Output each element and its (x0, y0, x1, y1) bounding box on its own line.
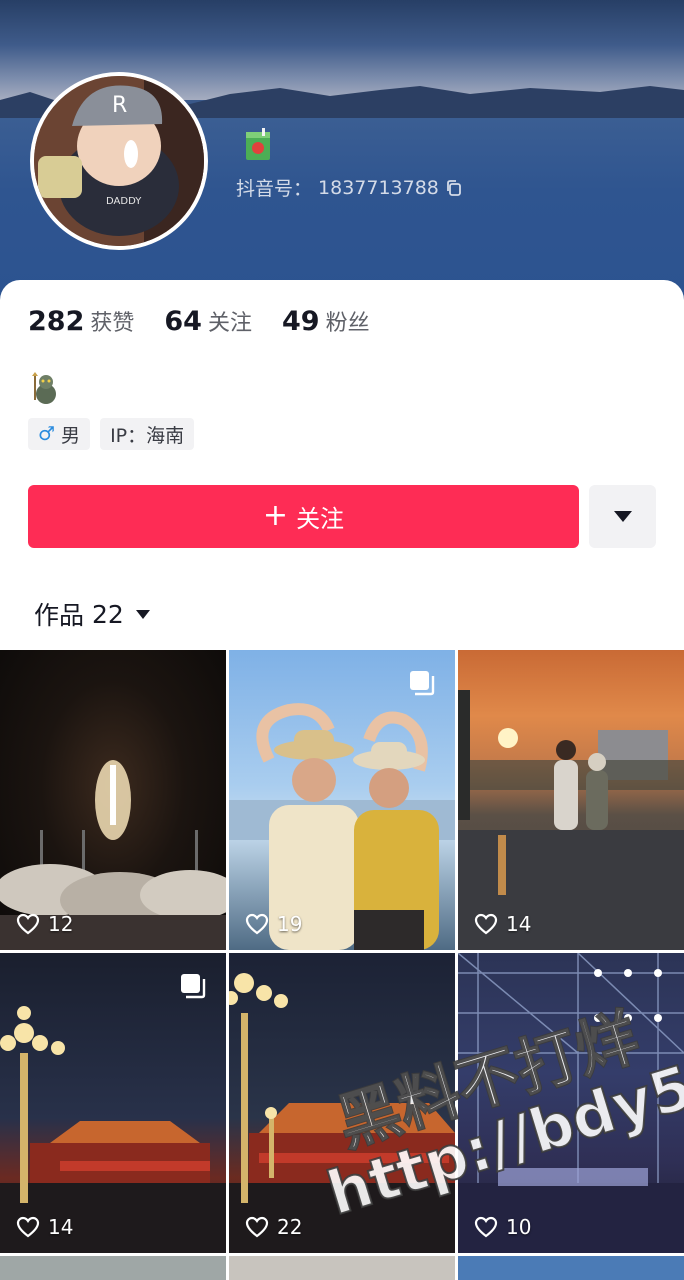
stat-value: 64 (164, 306, 202, 337)
like-count: 14 (474, 912, 531, 936)
svg-text:R: R (112, 93, 127, 118)
gender-label: 男 (61, 424, 81, 447)
heart-icon (245, 1216, 269, 1238)
male-icon: ♂ (38, 423, 56, 445)
stat-value: 282 (28, 306, 85, 337)
follow-button[interactable]: + 关注 (28, 485, 579, 548)
video-thumbnail[interactable]: 10 (458, 953, 684, 1253)
heart-icon (245, 913, 269, 935)
caret-down-icon (135, 609, 150, 619)
video-thumbnail[interactable]: 12 (0, 650, 226, 950)
video-thumbnail[interactable]: 14 (458, 650, 684, 950)
heart-icon (16, 913, 40, 935)
like-count: 14 (16, 1215, 73, 1239)
ip-label: IP：海南 (110, 424, 185, 447)
more-options-button[interactable] (589, 485, 656, 548)
caret-down-icon (613, 511, 632, 522)
ip-tag: IP：海南 (100, 418, 195, 450)
douyin-id-value: 1837713788 (318, 176, 439, 199)
works-label: 作品 (34, 601, 85, 630)
stat-followers[interactable]: 49 粉丝 (282, 305, 370, 337)
copy-icon[interactable] (445, 179, 463, 197)
multi-image-icon (181, 974, 206, 999)
thumbnail-image (458, 953, 684, 1253)
works-tab[interactable]: 作品 22 (34, 596, 150, 632)
works-grid: 12 19 14 14 22 10 (0, 650, 684, 1280)
stat-label: 关注 (207, 311, 252, 336)
heart-icon (474, 913, 498, 935)
plus-icon: + (262, 497, 289, 533)
like-count: 22 (245, 1215, 302, 1239)
video-thumbnail[interactable] (229, 1256, 455, 1280)
avatar-photo: R DADDY (34, 76, 204, 246)
thumbnail-image (229, 973, 455, 1253)
douyin-id: 抖音号： 1837713788 (236, 174, 463, 201)
like-count-value: 12 (48, 912, 74, 936)
like-count: 19 (245, 912, 302, 936)
thumbnail-image (458, 690, 684, 950)
works-count: 22 (92, 599, 124, 629)
video-thumbnail[interactable]: 19 (229, 650, 455, 950)
stat-following[interactable]: 64 关注 (164, 305, 252, 337)
stat-label: 获赞 (90, 311, 135, 336)
stat-label: 粉丝 (325, 311, 370, 336)
follow-label: 关注 (296, 505, 345, 533)
stat-likes[interactable]: 282 获赞 (28, 305, 134, 337)
heart-icon (474, 1216, 498, 1238)
like-count: 10 (474, 1215, 531, 1239)
avatar[interactable]: R DADDY (30, 72, 208, 250)
juice-box-icon (246, 128, 270, 160)
video-thumbnail[interactable] (458, 1256, 684, 1280)
bio-emoji-icon (32, 372, 56, 404)
heart-icon (16, 1216, 40, 1238)
video-thumbnail[interactable]: 22 (229, 953, 455, 1253)
like-count-value: 19 (277, 912, 303, 936)
profile-stats: 282 获赞 64 关注 49 粉丝 (28, 305, 370, 337)
like-count: 12 (16, 912, 73, 936)
thumbnail-image (0, 760, 226, 950)
svg-text:DADDY: DADDY (106, 196, 142, 207)
like-count-value: 10 (506, 1215, 532, 1239)
gender-tag: ♂ 男 (28, 418, 91, 450)
video-thumbnail[interactable] (0, 1256, 226, 1280)
profile-tags: ♂ 男 IP：海南 (28, 418, 195, 450)
like-count-value: 14 (506, 912, 532, 936)
like-count-value: 14 (48, 1215, 74, 1239)
stat-value: 49 (281, 306, 320, 337)
multi-image-icon (410, 671, 435, 696)
like-count-value: 22 (277, 1215, 303, 1239)
video-thumbnail[interactable]: 14 (0, 953, 226, 1253)
douyin-id-label: 抖音号： (236, 178, 313, 200)
